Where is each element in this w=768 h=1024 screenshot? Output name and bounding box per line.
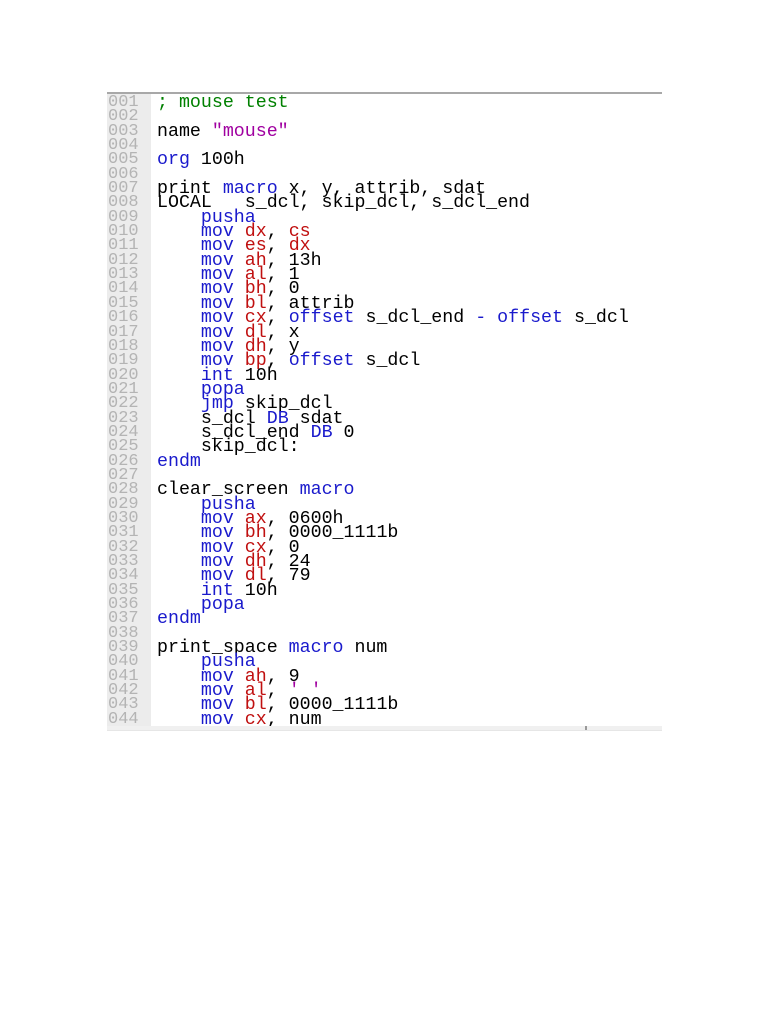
code-text: name "mouse" (157, 123, 289, 141)
code-text: mov cx, num (157, 711, 322, 729)
scrollbar-thumb[interactable] (585, 726, 587, 730)
code-line[interactable]: 003 name "mouse" (107, 122, 662, 141)
code-line[interactable]: 026 endm (107, 452, 662, 470)
code-text: org 100h (157, 151, 245, 169)
code-text: ; mouse test (157, 94, 289, 112)
line-number: 044 (108, 709, 139, 729)
code-editor[interactable]: 001; mouse test 002 003 name "mouse" 004 005 o… (107, 92, 662, 731)
code-lines: 001; mouse test 002 003 name "mouse" 004 005 o… (107, 94, 662, 729)
code-line[interactable]: 037 endm (107, 610, 662, 628)
code-text: endm (157, 452, 201, 470)
code-line[interactable]: 005 org 100h (107, 151, 662, 169)
code-text: endm (157, 610, 201, 628)
code-line[interactable]: 001; mouse test (107, 94, 662, 112)
horizontal-scrollbar[interactable] (107, 726, 662, 730)
code-line[interactable]: 044 mov cx, num (107, 709, 662, 729)
